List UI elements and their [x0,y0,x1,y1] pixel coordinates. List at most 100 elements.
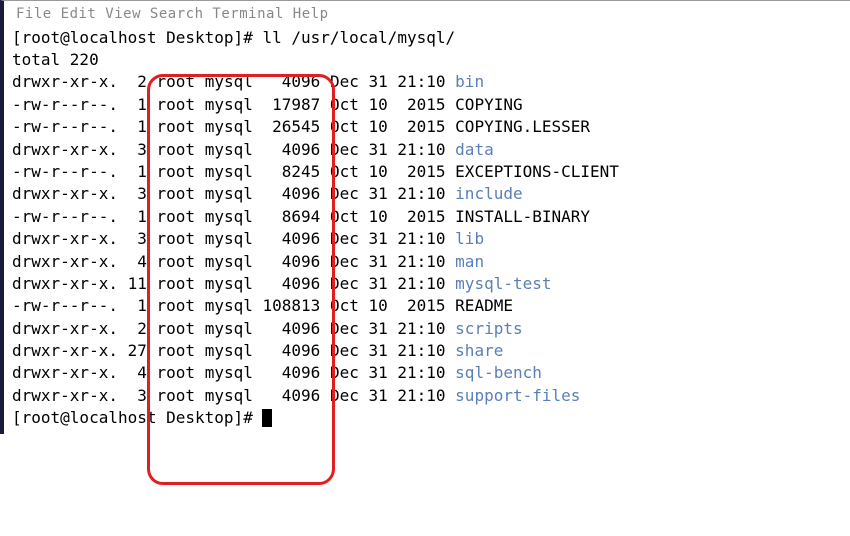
file-name: COPYING.LESSER [455,117,590,136]
file-name: bin [455,72,484,91]
group: mysql [205,296,253,315]
group: mysql [205,341,253,360]
group: mysql [205,252,253,271]
link-count: 3 [128,386,147,405]
list-row: -rw-r--r--. 1 root mysql 8694 Oct 10 201… [12,206,842,228]
file-name: mysql-test [455,274,551,293]
size: 4096 [263,72,321,91]
owner: root [157,274,196,293]
owner: root [157,184,196,203]
list-row: drwxr-xr-x. 3 root mysql 4096 Dec 31 21:… [12,139,842,161]
permissions: -rw-r--r--. [12,117,118,136]
permissions: -rw-r--r--. [12,162,118,181]
link-count: 1 [128,296,147,315]
size: 8245 [263,162,321,181]
date: Dec 31 21:10 [330,72,446,91]
date: Oct 10 2015 [330,162,446,181]
owner: root [157,229,196,248]
file-name: COPYING [455,95,522,114]
group: mysql [205,207,253,226]
list-row: -rw-r--r--. 1 root mysql 17987 Oct 10 20… [12,94,842,116]
file-name: include [455,184,522,203]
link-count: 1 [128,162,147,181]
owner: root [157,319,196,338]
link-count: 11 [128,274,147,293]
date: Oct 10 2015 [330,296,446,315]
file-name: README [455,296,513,315]
permissions: drwxr-xr-x. [12,229,118,248]
permissions: drwxr-xr-x. [12,386,118,405]
file-name: data [455,140,494,159]
size: 4096 [263,274,321,293]
permissions: -rw-r--r--. [12,207,118,226]
size: 4096 [263,363,321,382]
list-row: drwxr-xr-x. 3 root mysql 4096 Dec 31 21:… [12,228,842,250]
owner: root [157,363,196,382]
owner: root [157,296,196,315]
list-row: drwxr-xr-x. 27 root mysql 4096 Dec 31 21… [12,340,842,362]
size: 4096 [263,140,321,159]
group: mysql [205,184,253,203]
link-count: 3 [128,140,147,159]
link-count: 1 [128,117,147,136]
date: Dec 31 21:10 [330,319,446,338]
list-row: -rw-r--r--. 1 root mysql 26545 Oct 10 20… [12,116,842,138]
date: Oct 10 2015 [330,207,446,226]
menu-bar: File Edit View Search Terminal Help [12,5,842,25]
list-row: drwxr-xr-x. 3 root mysql 4096 Dec 31 21:… [12,385,842,407]
file-name: man [455,252,484,271]
group: mysql [205,95,253,114]
link-count: 3 [128,229,147,248]
link-count: 4 [128,252,147,271]
group: mysql [205,229,253,248]
permissions: drwxr-xr-x. [12,252,118,271]
group: mysql [205,117,253,136]
group: mysql [205,162,253,181]
list-row: drwxr-xr-x. 2 root mysql 4096 Dec 31 21:… [12,318,842,340]
link-count: 3 [128,184,147,203]
list-row: drwxr-xr-x. 11 root mysql 4096 Dec 31 21… [12,273,842,295]
date: Dec 31 21:10 [330,341,446,360]
permissions: drwxr-xr-x. [12,274,118,293]
terminal-window[interactable]: File Edit View Search Terminal Help [roo… [0,0,850,434]
link-count: 2 [128,319,147,338]
permissions: -rw-r--r--. [12,95,118,114]
group: mysql [205,363,253,382]
file-name: EXCEPTIONS-CLIENT [455,162,619,181]
size: 26545 [263,117,321,136]
owner: root [157,140,196,159]
permissions: drwxr-xr-x. [12,319,118,338]
size: 4096 [263,252,321,271]
size: 8694 [263,207,321,226]
command-line-2: [root@localhost Desktop]# [12,407,842,429]
list-row: drwxr-xr-x. 3 root mysql 4096 Dec 31 21:… [12,183,842,205]
permissions: drwxr-xr-x. [12,341,118,360]
file-name: support-files [455,386,580,405]
file-name: lib [455,229,484,248]
date: Dec 31 21:10 [330,252,446,271]
list-row: -rw-r--r--. 1 root mysql 108813 Oct 10 2… [12,295,842,317]
file-listing: drwxr-xr-x. 2 root mysql 4096 Dec 31 21:… [12,71,842,407]
file-name: share [455,341,503,360]
prompt: [root@localhost Desktop]# [12,408,262,427]
size: 4096 [263,319,321,338]
link-count: 2 [128,72,147,91]
size: 4096 [263,184,321,203]
permissions: -rw-r--r--. [12,296,118,315]
group: mysql [205,386,253,405]
file-name: scripts [455,319,522,338]
date: Oct 10 2015 [330,117,446,136]
link-count: 1 [128,207,147,226]
date: Dec 31 21:10 [330,274,446,293]
date: Oct 10 2015 [330,95,446,114]
permissions: drwxr-xr-x. [12,184,118,203]
owner: root [157,252,196,271]
date: Dec 31 21:10 [330,363,446,382]
cursor [262,409,272,427]
link-count: 1 [128,95,147,114]
size: 108813 [263,296,321,315]
command-line-1: [root@localhost Desktop]# ll /usr/local/… [12,27,842,49]
list-row: drwxr-xr-x. 4 root mysql 4096 Dec 31 21:… [12,251,842,273]
list-row: drwxr-xr-x. 2 root mysql 4096 Dec 31 21:… [12,71,842,93]
link-count: 27 [128,341,147,360]
